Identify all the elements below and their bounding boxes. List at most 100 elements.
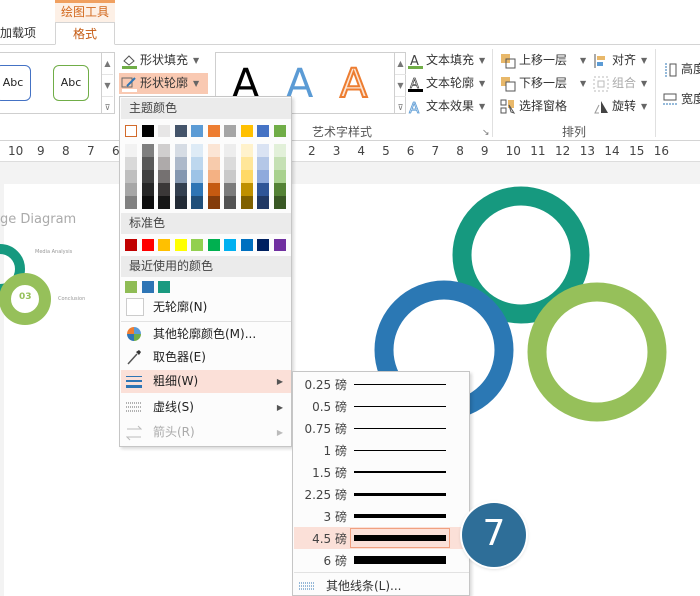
theme-shade-swatch[interactable] xyxy=(174,196,187,209)
theme-shade-swatch[interactable] xyxy=(158,170,170,183)
weight-option[interactable]: 0.25 磅 xyxy=(294,373,469,395)
theme-shade-swatch[interactable] xyxy=(273,196,286,209)
theme-color-swatch[interactable] xyxy=(141,125,154,137)
weight-option[interactable]: 6 磅 xyxy=(294,549,469,571)
theme-shade-swatch[interactable] xyxy=(158,183,170,196)
theme-shade-swatch[interactable] xyxy=(257,157,269,170)
theme-shade-swatch[interactable] xyxy=(141,196,154,209)
standard-color-swatch[interactable] xyxy=(125,239,137,251)
text-fill-button[interactable]: A 文本填充 ▼ xyxy=(407,50,485,71)
text-effects-button[interactable]: A 文本效果 ▼ xyxy=(407,96,486,117)
theme-shade-swatch[interactable] xyxy=(174,183,187,196)
standard-color-swatch[interactable] xyxy=(141,239,154,251)
weight-option[interactable]: 1.5 磅 xyxy=(294,461,469,483)
rotate-button[interactable]: 旋转 ▼ xyxy=(593,96,647,117)
shape-outline-button[interactable]: 形状轮廓 ▼ xyxy=(119,73,208,94)
arrows-item[interactable]: 箭头(R) ▶ xyxy=(121,421,291,444)
theme-shade-swatch[interactable] xyxy=(125,183,137,196)
recent-color-swatch[interactable] xyxy=(141,281,154,293)
standard-color-swatch[interactable] xyxy=(174,239,187,251)
recent-color-swatch[interactable] xyxy=(125,281,137,293)
theme-shade-swatch[interactable] xyxy=(158,196,170,209)
theme-shade-swatch[interactable] xyxy=(224,144,236,157)
theme-shade-swatch[interactable] xyxy=(240,157,253,170)
theme-shade-swatch[interactable] xyxy=(141,183,154,196)
theme-shade-swatch[interactable] xyxy=(273,144,286,157)
send-backward-button[interactable]: 下移一层 ▼ xyxy=(500,73,586,94)
standard-color-swatch[interactable] xyxy=(273,239,286,251)
theme-color-swatch[interactable] xyxy=(158,125,170,137)
theme-shade-swatch[interactable] xyxy=(273,157,286,170)
theme-shade-swatch[interactable] xyxy=(158,144,170,157)
selection-pane-button[interactable]: 选择窗格 xyxy=(500,96,567,117)
standard-color-swatch[interactable] xyxy=(240,239,253,251)
theme-shade-swatch[interactable] xyxy=(125,144,137,157)
align-button[interactable]: 对齐 ▼ xyxy=(593,50,647,71)
standard-color-swatch[interactable] xyxy=(158,239,170,251)
dashes-item[interactable]: 虚线(S) ▶ xyxy=(121,396,291,419)
weight-item[interactable]: 粗细(W) ▶ xyxy=(121,370,291,393)
theme-shade-swatch[interactable] xyxy=(257,196,269,209)
theme-shade-swatch[interactable] xyxy=(125,157,137,170)
weight-option[interactable]: 3 磅 xyxy=(294,505,469,527)
standard-color-swatch[interactable] xyxy=(191,239,203,251)
shape-style-sample[interactable]: Abc xyxy=(53,65,89,101)
weight-option[interactable]: 4.5 磅 xyxy=(294,527,469,549)
theme-color-swatch[interactable] xyxy=(125,125,137,137)
theme-shade-swatch[interactable] xyxy=(240,196,253,209)
theme-color-swatch[interactable] xyxy=(174,125,187,137)
theme-shade-swatch[interactable] xyxy=(191,144,203,157)
theme-shade-swatch[interactable] xyxy=(240,144,253,157)
theme-color-swatch[interactable] xyxy=(257,125,269,137)
weight-option[interactable]: 2.25 磅 xyxy=(294,483,469,505)
weight-option[interactable]: 1 磅 xyxy=(294,439,469,461)
theme-color-swatch[interactable] xyxy=(207,125,220,137)
width-field[interactable]: 宽度 xyxy=(662,89,700,110)
theme-shade-swatch[interactable] xyxy=(191,183,203,196)
gallery-scrollbar[interactable]: ▲ ▼ ⊽ xyxy=(101,53,113,113)
gallery-scrollbar[interactable]: ▲ ▼ ⊽ xyxy=(394,53,406,113)
text-outline-button[interactable]: A 文本轮廓 ▼ xyxy=(407,73,485,94)
theme-shade-swatch[interactable] xyxy=(125,170,137,183)
theme-shade-swatch[interactable] xyxy=(273,170,286,183)
theme-shade-swatch[interactable] xyxy=(174,170,187,183)
theme-shade-swatch[interactable] xyxy=(257,183,269,196)
recent-color-swatch[interactable] xyxy=(158,281,170,293)
theme-shade-swatch[interactable] xyxy=(191,157,203,170)
theme-shade-swatch[interactable] xyxy=(174,157,187,170)
standard-color-swatch[interactable] xyxy=(207,239,220,251)
theme-shade-swatch[interactable] xyxy=(141,170,154,183)
more-outline-colors-item[interactable]: 其他轮廓颜色(M)... xyxy=(121,323,291,346)
theme-shade-swatch[interactable] xyxy=(224,170,236,183)
theme-color-swatch[interactable] xyxy=(240,125,253,137)
theme-shade-swatch[interactable] xyxy=(257,170,269,183)
standard-color-swatch[interactable] xyxy=(224,239,236,251)
wordart-sample[interactable]: A xyxy=(339,60,368,108)
drawing-tools-contextual-tab[interactable]: 绘图工具 xyxy=(55,0,115,22)
theme-shade-swatch[interactable] xyxy=(207,144,220,157)
theme-shade-swatch[interactable] xyxy=(174,144,187,157)
theme-shade-swatch[interactable] xyxy=(141,157,154,170)
theme-shade-swatch[interactable] xyxy=(125,196,137,209)
theme-shade-swatch[interactable] xyxy=(240,170,253,183)
more-lines-item[interactable]: 其他线条(L)... xyxy=(294,575,469,595)
theme-color-swatch[interactable] xyxy=(191,125,203,137)
theme-shade-swatch[interactable] xyxy=(207,183,220,196)
theme-shade-swatch[interactable] xyxy=(141,144,154,157)
theme-shade-swatch[interactable] xyxy=(224,157,236,170)
standard-color-swatch[interactable] xyxy=(257,239,269,251)
theme-shade-swatch[interactable] xyxy=(207,170,220,183)
tab-format[interactable]: 格式 xyxy=(55,22,115,45)
shape-style-sample[interactable]: Abc xyxy=(0,65,31,101)
eyedropper-item[interactable]: 取色器(E) xyxy=(121,346,291,369)
shape-fill-button[interactable]: 形状填充 ▼ xyxy=(121,50,199,71)
theme-color-swatch[interactable] xyxy=(273,125,286,137)
theme-shade-swatch[interactable] xyxy=(224,196,236,209)
weight-option[interactable]: 0.5 磅 xyxy=(294,395,469,417)
theme-shade-swatch[interactable] xyxy=(191,196,203,209)
theme-shade-swatch[interactable] xyxy=(207,157,220,170)
theme-shade-swatch[interactable] xyxy=(257,144,269,157)
theme-shade-swatch[interactable] xyxy=(207,196,220,209)
bring-forward-button[interactable]: 上移一层 ▼ xyxy=(500,50,586,71)
tab-addins[interactable]: 加载项 xyxy=(0,22,50,45)
